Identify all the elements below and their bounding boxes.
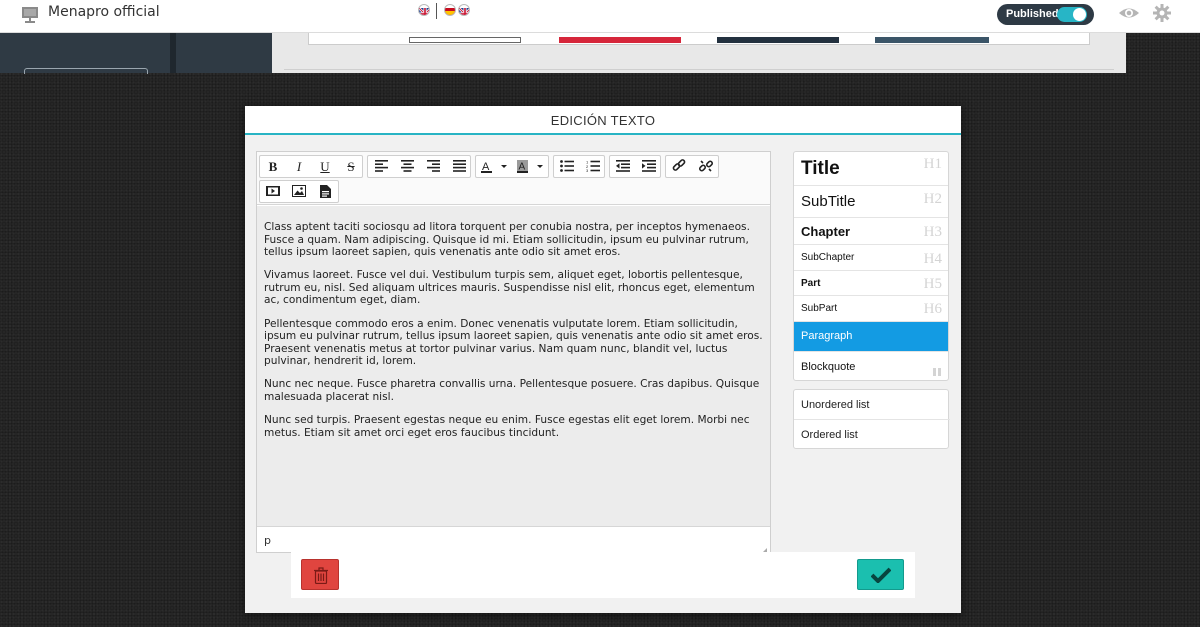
element-path: p (257, 526, 770, 552)
style-item-blockquote[interactable]: Blockquote (794, 352, 948, 380)
editor-paragraph[interactable]: Nunc nec neque. Fusce pharetra convallis… (264, 378, 763, 403)
modal-title: EDICIÓN TEXTO (245, 106, 961, 135)
image-icon[interactable] (286, 181, 312, 202)
editor-content[interactable]: Class aptent taciti sociosqu ad litora t… (257, 206, 770, 526)
presentation-board-icon (22, 6, 38, 24)
style-item-paragraph[interactable]: Paragraph (794, 322, 948, 352)
gallery-thumb (559, 37, 681, 43)
style-item-chapter[interactable]: Chapter H3 (794, 218, 948, 245)
flag-spain-icon[interactable] (444, 4, 456, 16)
link-group (665, 155, 719, 178)
align-justify-icon[interactable] (446, 156, 472, 177)
flag-uk-icon[interactable] (458, 4, 470, 16)
gallery-thumb (717, 37, 839, 43)
editor-paragraph[interactable]: Vivamus laoreet. Fusce vel dui. Vestibul… (264, 269, 763, 307)
bullet-list-icon[interactable] (554, 156, 580, 177)
toggle-knob (1073, 8, 1086, 21)
published-label: Published (1006, 8, 1059, 20)
style-tag: H3 (923, 224, 942, 240)
app-title: Menapro official (48, 4, 160, 20)
style-item-subpart[interactable]: SubPart H6 (794, 296, 948, 322)
editor-toolbar: B I U S A A 1 2 3 (257, 152, 770, 205)
sidebar-tab (24, 68, 148, 74)
modal-footer (291, 552, 915, 598)
style-label: Paragraph (801, 330, 853, 342)
align-right-icon[interactable] (420, 156, 446, 177)
style-item-part[interactable]: Part H5 (794, 271, 948, 296)
list-group: 123 (553, 155, 605, 178)
background-divider (284, 69, 1114, 70)
style-label: Part (801, 278, 821, 289)
svg-text:3: 3 (586, 168, 589, 172)
style-tag: H1 (923, 156, 942, 172)
delete-button[interactable] (301, 559, 339, 590)
outdent-icon[interactable] (610, 156, 636, 177)
highlight-color-icon[interactable]: A (514, 156, 548, 177)
style-tag: H5 (923, 276, 942, 292)
gallery-thumb (409, 37, 521, 43)
background-sidebar (0, 33, 272, 74)
toggle-switch[interactable] (1057, 7, 1087, 22)
editor-paragraph[interactable]: Pellentesque commodo eros a enim. Donec … (264, 318, 763, 368)
strikethrough-button[interactable]: S (338, 156, 364, 177)
trash-icon (314, 567, 328, 588)
gear-icon[interactable] (1153, 4, 1175, 22)
style-tag: H2 (923, 191, 942, 207)
flag-divider (436, 3, 437, 19)
sidebar-divider (170, 33, 176, 73)
style-label: SubChapter (801, 252, 855, 263)
flag-uk-icon[interactable] (418, 4, 430, 16)
ordered-list-option[interactable]: Ordered list (794, 420, 950, 450)
unordered-list-option[interactable]: Unordered list (794, 390, 950, 420)
style-tag: H6 (923, 301, 942, 317)
style-label: SubPart (801, 303, 838, 314)
style-item-title[interactable]: Title H1 (794, 152, 948, 186)
align-left-icon[interactable] (368, 156, 394, 177)
format-group: B I U S (259, 155, 363, 178)
text-color-icon[interactable]: A (478, 156, 512, 177)
style-label: Chapter (801, 224, 851, 239)
published-toggle[interactable]: Published (997, 4, 1094, 25)
editor-paragraph[interactable]: Class aptent taciti sociosqu ad litora t… (264, 221, 763, 259)
list-panel: Unordered list Ordered list (793, 389, 950, 450)
style-item-subchapter[interactable]: SubChapter H4 (794, 245, 948, 271)
numbered-list-icon[interactable]: 123 (580, 156, 606, 177)
checkmark-icon (870, 567, 892, 587)
editor-paragraph[interactable]: Nunc sed turpis. Praesent egestas neque … (264, 414, 763, 439)
style-label: SubTitle (801, 193, 856, 210)
document-icon[interactable] (312, 181, 338, 202)
svg-text:A: A (519, 162, 526, 173)
indent-icon[interactable] (636, 156, 662, 177)
media-embed-icon[interactable] (260, 181, 286, 202)
text-edit-modal: EDICIÓN TEXTO B I U S A A 1 2 3 Class ap… (245, 106, 961, 613)
italic-button[interactable]: I (286, 156, 312, 177)
underline-button[interactable]: U (312, 156, 338, 177)
gallery-thumb (875, 37, 989, 43)
color-group: A A (475, 155, 549, 178)
style-panel: Title H1 SubTitle H2 Chapter H3 SubChapt… (793, 151, 949, 381)
eye-icon[interactable] (1118, 4, 1140, 22)
background-gallery (308, 33, 1090, 45)
top-bar: Menapro official Published (0, 0, 1200, 33)
link-icon[interactable] (666, 156, 692, 177)
rich-text-editor: B I U S A A 1 2 3 Class aptent taciti so… (256, 151, 771, 556)
resize-handle-icon[interactable] (759, 541, 767, 556)
bold-button[interactable]: B (260, 156, 286, 177)
unlink-icon[interactable] (693, 156, 719, 177)
confirm-button[interactable] (857, 559, 904, 590)
style-tag: H4 (923, 251, 942, 267)
style-label: Title (801, 158, 840, 179)
alignment-group (367, 155, 471, 178)
insert-group (259, 180, 339, 203)
style-label: Blockquote (801, 361, 856, 373)
background-page (272, 33, 1126, 73)
indent-group (609, 155, 661, 178)
quote-icon (933, 363, 941, 380)
style-item-subtitle[interactable]: SubTitle H2 (794, 186, 948, 218)
align-center-icon[interactable] (394, 156, 420, 177)
